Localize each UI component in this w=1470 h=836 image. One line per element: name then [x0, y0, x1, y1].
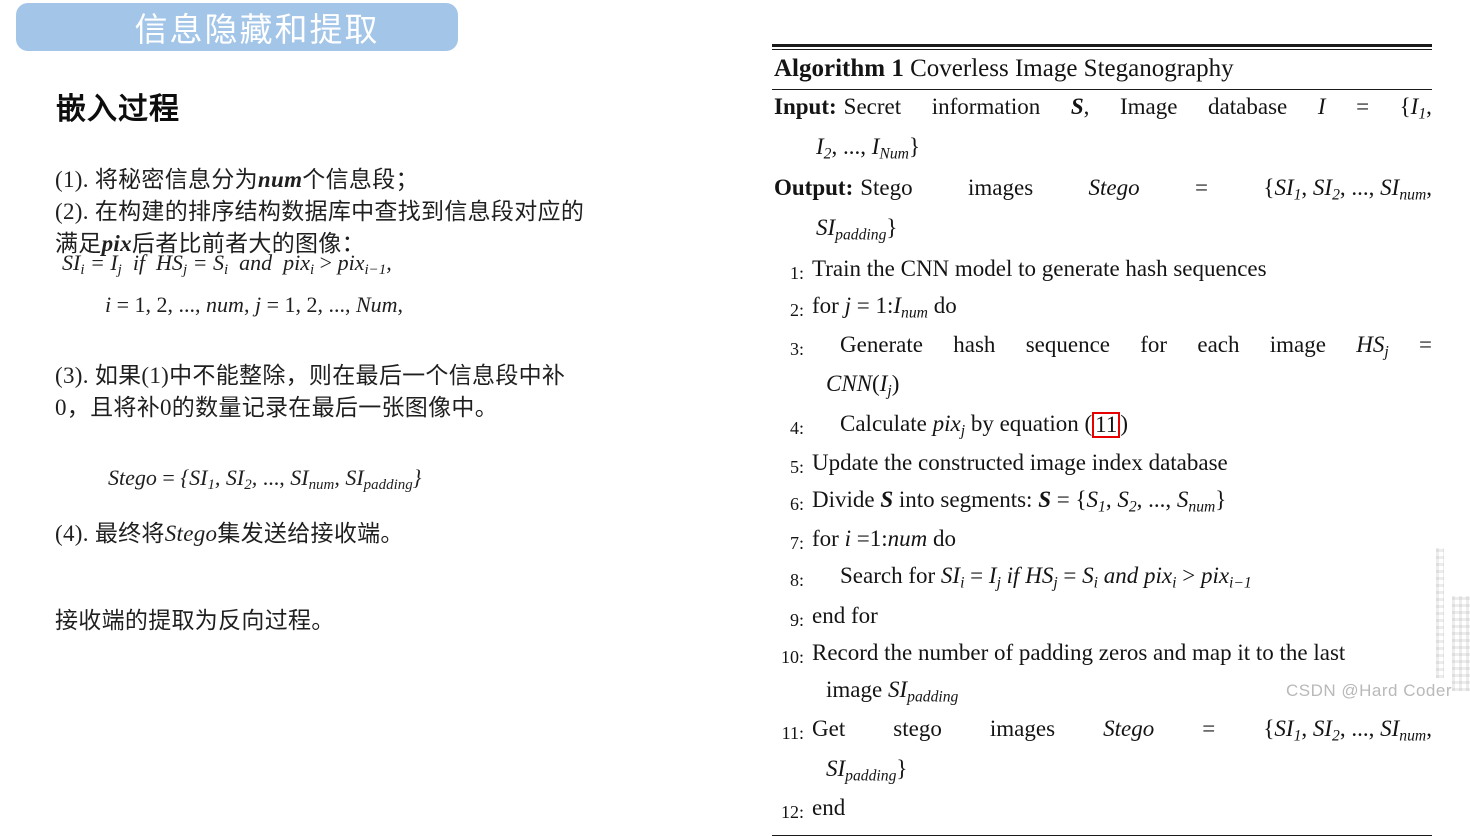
line-number: 11:: [781, 723, 804, 744]
line-body: Search for SIi = Ij if HSj = Si and pixi…: [840, 563, 1252, 592]
algorithm-line: 9: end for: [772, 599, 1432, 636]
algorithm-input-row: Input: Secret information S, Image database I…: [772, 90, 1432, 130]
algorithm-output-label: Output:: [774, 174, 854, 200]
list-item-1: (1). 将秘密信息分为num个信息段；: [55, 167, 419, 192]
line-number: 10:: [780, 646, 804, 667]
algorithm-label: Algorithm 1: [774, 55, 904, 82]
line-number: 7:: [789, 533, 804, 554]
line-number: 6:: [789, 494, 804, 514]
formula-search-condition: SIi = Ij if HSj = Si and pixi > pixi−1,: [62, 250, 392, 279]
line-body: Train the CNN model to generate hash seq…: [812, 255, 1267, 281]
algorithm-line: 6: Divide S into segments: S = {S1, S2, …: [772, 483, 1432, 522]
equation-reference-highlight: 11: [1092, 411, 1121, 439]
slide-left-column: 信息隐藏和提取 嵌入过程 (1). 将秘密信息分为num个信息段； (2). 在…: [0, 0, 700, 709]
algorithm-title: Algorithm 1 Coverless Image Steganograph…: [772, 50, 1432, 89]
line-number: 1:: [789, 262, 804, 283]
formula-stego-set: Stego = {SI1, SI2, ..., SInum, SIpadding…: [108, 465, 422, 494]
algorithm-input-label: Input:: [774, 94, 837, 119]
algorithm-line: 10: Record the number of padding zeros a…: [772, 636, 1432, 673]
line-body: for j = 1:Inum do: [812, 292, 957, 321]
line-number: 4:: [789, 417, 804, 438]
section-heading: 嵌入过程: [56, 93, 180, 126]
line-body: Generate hash sequence for each image HSj =: [840, 331, 1432, 361]
line-body: Update the constructed image index datab…: [812, 450, 1228, 475]
algorithm-line: 2: for j = 1:Inum do: [772, 289, 1432, 328]
algorithm-block: Algorithm 1 Coverless Image Steganograph…: [772, 44, 1432, 836]
line-body: Divide S into segments: S = {S1, S2, ...…: [812, 487, 1227, 516]
closing-note: 接收端的提取为反向过程。: [55, 608, 335, 633]
line-body: for i =1:num do: [812, 526, 956, 552]
algorithm-output-cont: SIpadding}: [816, 215, 898, 244]
algorithm-line: 11: Get stego images Stego = {SI1, SI2, ..., …: [772, 712, 1432, 751]
watermark-dot-pattern-1: [1436, 548, 1444, 678]
line-number: 5:: [789, 457, 804, 477]
algorithm-output-row: Output: Stego images Stego = {SI1, SI2, ...,…: [772, 171, 1432, 211]
algorithm-input-body: Secret information S, Image database I = {I1,: [843, 94, 1432, 123]
formula-index-ranges: i = 1, 2, ..., num, j = 1, 2, ..., Num,: [105, 292, 404, 317]
algorithm-line: 7: for i =1:num do: [772, 522, 1432, 559]
line-body: Calculate pixj by equation (11): [840, 410, 1128, 439]
line-body: Get stego images Stego = {SI1, SI2, ..., SInu…: [812, 716, 1432, 745]
line-body: end: [812, 794, 846, 820]
line-body-cont: SIpadding}: [826, 755, 908, 784]
slide-title-text: 信息隐藏和提取: [134, 13, 380, 49]
line-body: end for: [812, 602, 878, 628]
algorithm-line: 4: Calculate pixj by equation (11): [772, 407, 1432, 446]
algorithm-line: 8: Search for SIi = Ij if HSj = Si and p…: [772, 559, 1432, 598]
list-item-4: (4). 最终将Stego集发送给接收端。: [55, 521, 404, 546]
line-number: 8:: [789, 570, 804, 591]
algorithm-output-body: Stego images Stego = {SI1, SI2, ..., SInum,: [860, 174, 1432, 204]
watermark-dot-pattern-2: [1452, 596, 1470, 691]
list-item-3: (3). 如果(1)中不能整除，则在最后一个信息段中补0，且将补0的数量记录在最…: [55, 363, 566, 420]
slide-title-banner: 信息隐藏和提取: [16, 3, 458, 51]
algorithm-line: 5: Update the constructed image index da…: [772, 446, 1432, 483]
algorithm-line-cont: CNN(Ij): [772, 367, 1432, 406]
line-number: 3:: [789, 338, 804, 359]
algorithm-line: 3: Generate hash sequence for each image HSj =: [772, 328, 1432, 367]
line-number: 2:: [789, 299, 804, 320]
line-number: 12:: [780, 801, 804, 822]
line-body-cont: CNN(Ij): [826, 371, 900, 400]
csdn-watermark: CSDN @Hard Coder: [1285, 681, 1452, 700]
algorithm-input-cont: I2, ..., INum}: [816, 134, 920, 163]
algorithm-top-rule: [772, 44, 1432, 47]
line-number: 9:: [789, 609, 804, 630]
line-body: Record the number of padding zeros and m…: [812, 639, 1346, 665]
algorithm-line: 1: Train the CNN model to generate hash …: [772, 252, 1432, 289]
algorithm-title-text: Coverless Image Steganography: [910, 55, 1234, 82]
algorithm-line-cont: SIpadding}: [772, 752, 1432, 791]
algorithm-line: 12: end: [772, 791, 1432, 828]
